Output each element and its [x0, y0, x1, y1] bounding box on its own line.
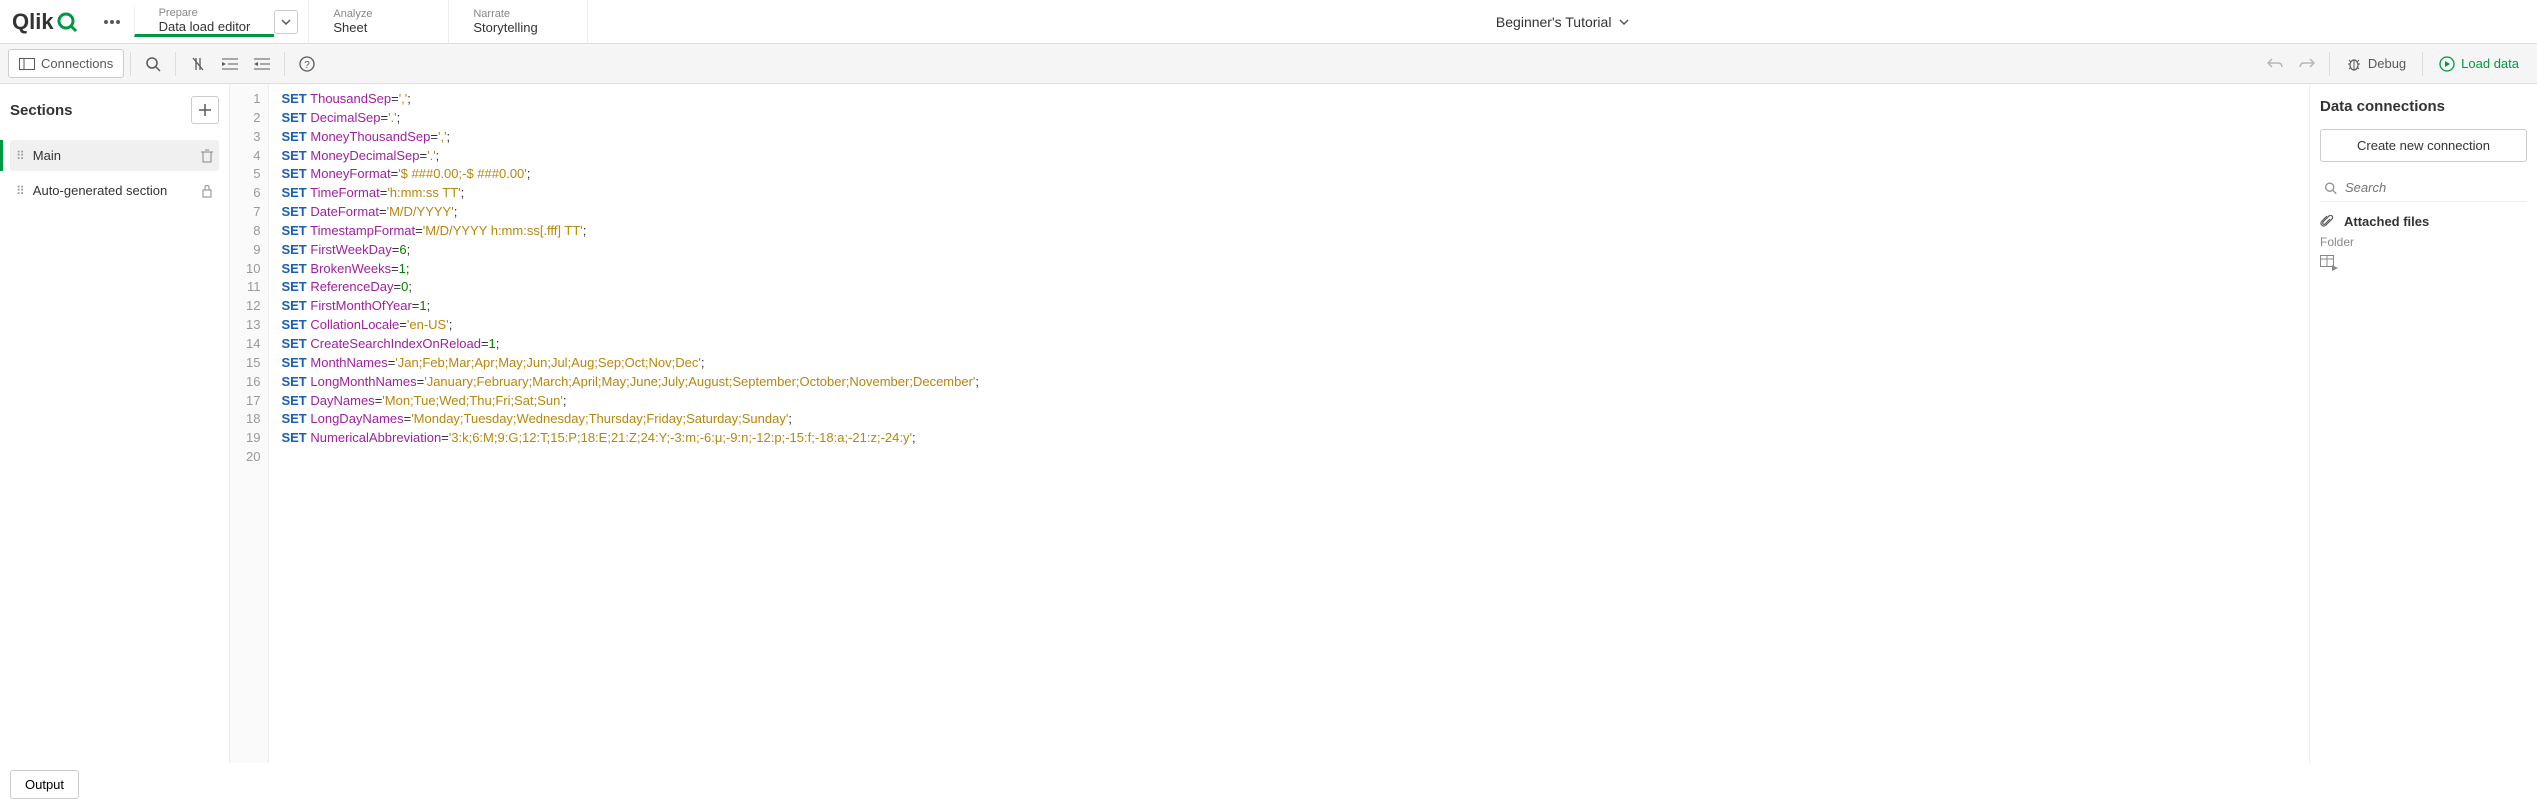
separator: [175, 52, 176, 76]
separator: [2422, 52, 2423, 76]
attached-files-header[interactable]: Attached files: [2320, 214, 2527, 229]
load-data-label: Load data: [2461, 56, 2519, 71]
tab-narrate[interactable]: Narrate Storytelling: [448, 0, 588, 43]
separator: [2329, 52, 2330, 76]
code-editor[interactable]: 1234567891011121314151617181920 SET Thou…: [230, 84, 2309, 763]
trash-icon: [201, 149, 213, 163]
play-icon: [2439, 56, 2455, 72]
tab-prepare-big: Data load editor: [159, 19, 251, 34]
outdent-icon: [254, 57, 270, 71]
tab-prepare-small: Prepare: [159, 7, 251, 19]
tab-analyze-big: Sheet: [333, 20, 424, 35]
debug-label: Debug: [2368, 56, 2406, 71]
delete-section-button[interactable]: [201, 149, 213, 163]
data-connections-panel: Data connections Create new connection A…: [2309, 84, 2537, 763]
section-item-autogen[interactable]: ⠿ Auto-generated section: [10, 175, 219, 206]
search-button[interactable]: [137, 48, 169, 80]
redo-icon: [2299, 57, 2315, 71]
footer: Output: [0, 760, 89, 809]
sections-panel: Sections ⠿ Main ⠿ Auto-generated section: [0, 84, 230, 763]
undo-button[interactable]: [2259, 48, 2291, 80]
toolbar: Connections ? Debug Load data: [0, 44, 2537, 84]
add-section-button[interactable]: [191, 96, 219, 124]
nav-tabs: Prepare Data load editor Analyze Sheet N…: [134, 0, 589, 43]
connection-search[interactable]: [2320, 174, 2527, 202]
create-connection-button[interactable]: Create new connection: [2320, 129, 2527, 162]
undo-icon: [2267, 57, 2283, 71]
line-gutter: 1234567891011121314151617181920: [230, 84, 269, 763]
redo-button[interactable]: [2291, 48, 2323, 80]
connection-search-input[interactable]: [2345, 180, 2523, 195]
separator: [130, 52, 131, 76]
app-title-dropdown[interactable]: Beginner's Tutorial: [588, 14, 2537, 30]
attached-files-label: Attached files: [2344, 214, 2429, 229]
section-label: Main: [33, 148, 191, 163]
help-button[interactable]: ?: [291, 48, 323, 80]
qlik-logo[interactable]: Qlik: [0, 9, 90, 35]
sections-title: Sections: [10, 102, 73, 119]
create-connection-label: Create new connection: [2357, 138, 2490, 153]
prepare-dropdown[interactable]: [274, 10, 298, 34]
table-icon: [2320, 255, 2338, 271]
svg-text:?: ?: [305, 60, 311, 71]
connections-label: Connections: [41, 56, 113, 71]
indent-button[interactable]: [214, 48, 246, 80]
tab-prepare[interactable]: Prepare Data load editor: [134, 7, 275, 37]
search-icon: [145, 56, 161, 72]
panel-icon: [19, 58, 35, 70]
folder-label: Folder: [2320, 235, 2527, 249]
tab-narrate-big: Storytelling: [473, 20, 563, 35]
bug-icon: [2346, 56, 2362, 72]
tab-analyze[interactable]: Analyze Sheet: [308, 0, 448, 43]
chevron-down-icon: [1619, 19, 1629, 25]
app-header: Qlik Prepare Data load editor Analyze Sh…: [0, 0, 2537, 44]
plus-icon: [199, 104, 211, 116]
comment-icon: [190, 57, 206, 71]
comment-button[interactable]: [182, 48, 214, 80]
code-content[interactable]: SET ThousandSep=',';SET DecimalSep='.';S…: [269, 84, 991, 763]
grip-icon[interactable]: ⠿: [16, 184, 23, 198]
section-item-main[interactable]: ⠿ Main: [10, 140, 219, 171]
logo-q-icon: [56, 11, 78, 33]
main-area: Sections ⠿ Main ⠿ Auto-generated section…: [0, 84, 2537, 763]
tab-analyze-small: Analyze: [333, 8, 424, 20]
debug-button[interactable]: Debug: [2336, 50, 2416, 78]
lock-icon: [201, 184, 213, 198]
load-data-button[interactable]: Load data: [2429, 50, 2529, 78]
output-label: Output: [25, 777, 64, 792]
attachment-icon: [2320, 215, 2334, 229]
connections-button[interactable]: Connections: [8, 49, 124, 78]
separator: [284, 52, 285, 76]
section-label: Auto-generated section: [33, 183, 191, 198]
output-button[interactable]: Output: [10, 770, 79, 799]
app-title: Beginner's Tutorial: [1496, 14, 1612, 30]
outdent-button[interactable]: [246, 48, 278, 80]
grip-icon[interactable]: ⠿: [16, 149, 23, 163]
more-menu-icon[interactable]: [90, 20, 134, 24]
sections-header: Sections: [10, 96, 219, 124]
help-icon: ?: [299, 56, 315, 72]
data-connections-title: Data connections: [2320, 98, 2527, 115]
select-data-button[interactable]: [2320, 255, 2527, 271]
search-icon: [2324, 181, 2337, 195]
tab-narrate-small: Narrate: [473, 8, 563, 20]
indent-icon: [222, 57, 238, 71]
